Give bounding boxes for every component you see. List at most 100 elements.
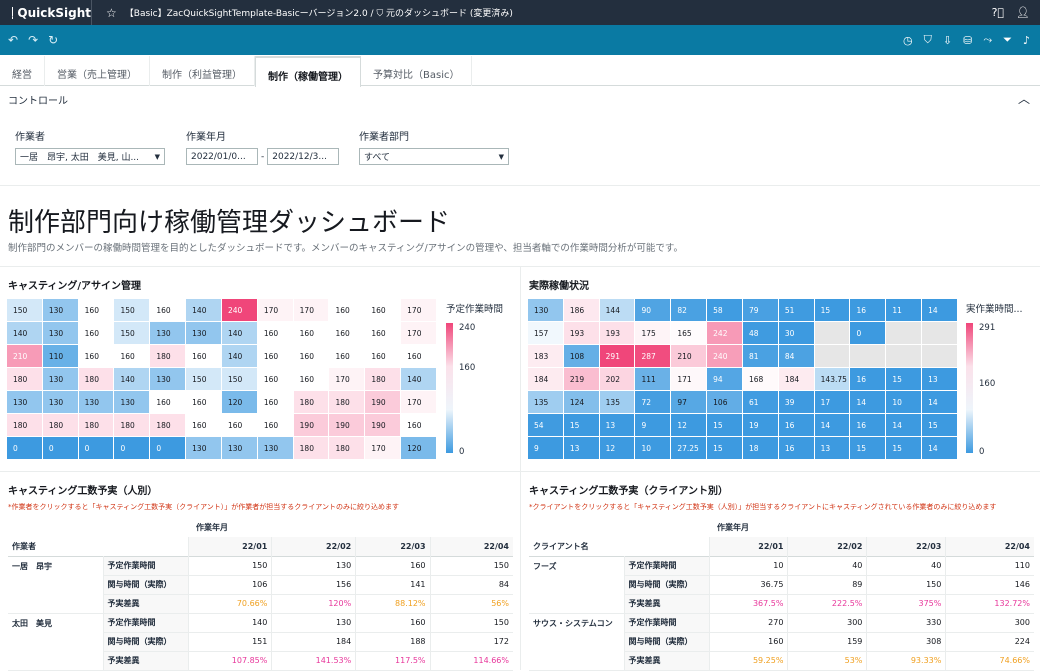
heatmap-cell[interactable]: 150: [7, 299, 43, 322]
table-cell[interactable]: 141.53%: [272, 651, 356, 670]
heatmap-cell[interactable]: 180: [329, 437, 365, 460]
heatmap-cell[interactable]: 140: [186, 299, 222, 322]
table-cell[interactable]: 84: [430, 575, 513, 594]
client-pivot-visual[interactable]: キャスティング工数予実（クライアント別） *クライアントをクリックすると「キャス…: [521, 471, 1040, 670]
heatmap-cell[interactable]: 186: [564, 299, 600, 322]
table-cell[interactable]: 308: [867, 632, 946, 651]
heatmap-cell[interactable]: 135: [528, 391, 564, 414]
heatmap-cell[interactable]: 160: [258, 322, 294, 345]
heatmap-cell[interactable]: 13: [564, 437, 600, 460]
col-header[interactable]: 22/03: [356, 537, 430, 556]
heatmap-cell[interactable]: 168: [743, 368, 779, 391]
heatmap-cell[interactable]: 140: [7, 322, 43, 345]
heatmap-cell[interactable]: 160: [258, 391, 294, 414]
heatmap-cell[interactable]: 13: [600, 414, 636, 437]
heatmap-cell[interactable]: 130: [186, 322, 222, 345]
heatmap-cell[interactable]: 61: [743, 391, 779, 414]
heatmap-cell[interactable]: 79: [743, 299, 779, 322]
table-cell[interactable]: 330: [867, 613, 946, 632]
heatmap-cell[interactable]: 219: [564, 368, 600, 391]
heatmap-cell[interactable]: 16: [779, 414, 815, 437]
heatmap-cell[interactable]: 160: [401, 345, 437, 368]
heatmap-cell[interactable]: 150: [114, 299, 150, 322]
table-cell[interactable]: 114.66%: [430, 651, 513, 670]
heatmap-cell[interactable]: 143.75: [815, 368, 851, 391]
col-header[interactable]: 22/03: [867, 537, 946, 556]
heatmap-cell[interactable]: 140: [401, 368, 437, 391]
heatmap-cell[interactable]: 184: [528, 368, 564, 391]
heatmap-cell[interactable]: 170: [258, 299, 294, 322]
heatmap-cell[interactable]: 130: [222, 437, 258, 460]
table-cell[interactable]: 156: [272, 575, 356, 594]
col-header[interactable]: 22/04: [430, 537, 513, 556]
heatmap-cell[interactable]: 130: [7, 391, 43, 414]
table-cell[interactable]: 300: [788, 613, 867, 632]
heatmap-cell[interactable]: 0: [150, 437, 186, 460]
heatmap-cell[interactable]: [886, 345, 922, 368]
heatmap-cell[interactable]: 14: [922, 391, 958, 414]
tab-sales[interactable]: 営業（売上管理）: [45, 56, 150, 86]
tab-profit[interactable]: 制作（利益管理）: [150, 56, 255, 86]
heatmap-cell[interactable]: 108: [564, 345, 600, 368]
col-header[interactable]: 22/01: [188, 537, 272, 556]
heatmap-cell[interactable]: 81: [743, 345, 779, 368]
casting-heatmap-visual[interactable]: キャスティング/アサイン管理 1501301601501601402401701…: [0, 266, 520, 471]
tab-utilization[interactable]: 制作（稼働管理）: [255, 56, 361, 87]
table-cell[interactable]: 150: [188, 556, 272, 575]
heatmap-cell[interactable]: 160: [258, 345, 294, 368]
heatmap-cell[interactable]: 82: [671, 299, 707, 322]
table-cell[interactable]: 117.5%: [356, 651, 430, 670]
heatmap-cell[interactable]: 14: [922, 437, 958, 460]
heatmap-cell[interactable]: 15: [815, 299, 851, 322]
heatmap-cell[interactable]: 19: [743, 414, 779, 437]
heatmap-cell[interactable]: 72: [635, 391, 671, 414]
person-pivot-visual[interactable]: キャスティング工数予実（人別） *作業者をクリックすると「キャスティング工数予実…: [0, 471, 520, 670]
heatmap-cell[interactable]: 287: [635, 345, 671, 368]
heatmap-cell[interactable]: 130: [258, 437, 294, 460]
heatmap-cell[interactable]: 170: [401, 322, 437, 345]
table-cell[interactable]: 120%: [272, 594, 356, 613]
star-icon[interactable]: ☆: [106, 6, 117, 20]
heatmap-cell[interactable]: 30: [779, 322, 815, 345]
heatmap-cell[interactable]: 150: [186, 368, 222, 391]
table-cell[interactable]: 375%: [867, 594, 946, 613]
heatmap-cell[interactable]: 180: [365, 368, 401, 391]
heatmap-cell[interactable]: 160: [186, 391, 222, 414]
table-cell[interactable]: 89: [788, 575, 867, 594]
heatmap-cell[interactable]: 160: [150, 299, 186, 322]
table-cell[interactable]: 88.12%: [356, 594, 430, 613]
heatmap-cell[interactable]: 12: [671, 414, 707, 437]
heatmap-cell[interactable]: 190: [365, 391, 401, 414]
table-cell[interactable]: 93.33%: [867, 651, 946, 670]
heatmap-cell[interactable]: 180: [7, 368, 43, 391]
redo-icon[interactable]: ↷: [28, 33, 38, 47]
heatmap-cell[interactable]: 180: [43, 414, 79, 437]
heatmap-cell[interactable]: 10: [886, 391, 922, 414]
heatmap-cell[interactable]: 13: [815, 437, 851, 460]
heatmap-cell[interactable]: 0: [43, 437, 79, 460]
heatmap-cell[interactable]: 51: [779, 299, 815, 322]
table-cell[interactable]: 222.5%: [788, 594, 867, 613]
heatmap-cell[interactable]: 171: [671, 368, 707, 391]
heatmap-cell[interactable]: 15: [886, 368, 922, 391]
table-cell[interactable]: 150: [430, 556, 513, 575]
dataset-icon[interactable]: ⛁: [963, 34, 972, 47]
heatmap-cell[interactable]: 180: [294, 391, 330, 414]
heatmap-cell[interactable]: 84: [779, 345, 815, 368]
heatmap-cell[interactable]: 0: [850, 322, 886, 345]
bell-icon[interactable]: ♪: [1023, 34, 1030, 47]
row-group-label[interactable]: 一居 昂宇: [8, 556, 103, 613]
heatmap-cell[interactable]: 170: [401, 391, 437, 414]
heatmap-cell[interactable]: 160: [150, 391, 186, 414]
table-cell[interactable]: 150: [430, 613, 513, 632]
chevron-up-icon[interactable]: ︿: [1018, 90, 1030, 107]
heatmap-cell[interactable]: 183: [528, 345, 564, 368]
heatmap-cell[interactable]: 160: [186, 414, 222, 437]
heatmap-cell[interactable]: 14: [815, 414, 851, 437]
row-group-label[interactable]: 太田 美見: [8, 613, 103, 670]
table-cell[interactable]: 160: [709, 632, 788, 651]
heatmap-cell[interactable]: 13: [922, 368, 958, 391]
heatmap-cell[interactable]: 180: [79, 368, 115, 391]
heatmap-cell[interactable]: 130: [528, 299, 564, 322]
heatmap-cell[interactable]: 160: [258, 368, 294, 391]
